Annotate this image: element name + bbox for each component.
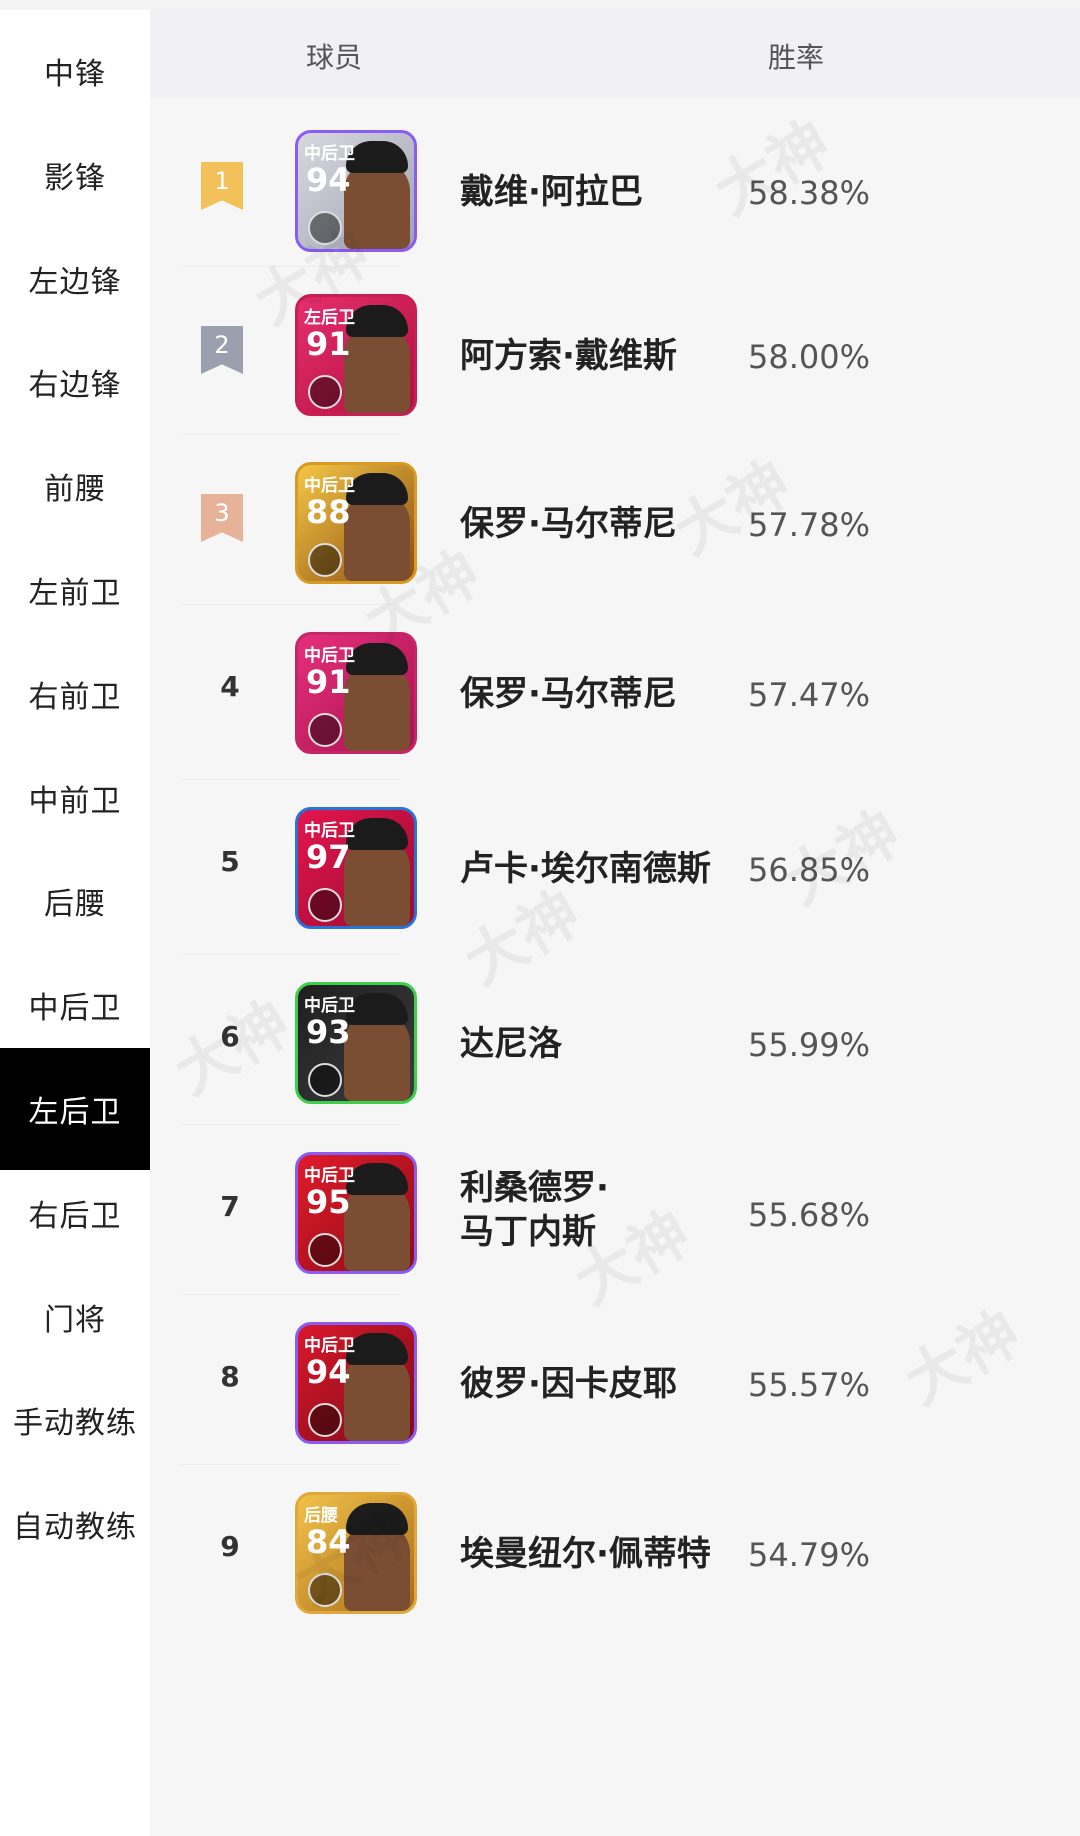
card-rating: 94 <box>306 1353 351 1391</box>
player-name: 戴维·阿拉巴 <box>460 172 643 212</box>
card-rating: 94 <box>306 161 351 199</box>
player-name: 保罗·马尔蒂尼 <box>460 674 677 714</box>
club-badge-icon <box>308 1403 342 1437</box>
rank-ribbon-2: 2 <box>201 326 243 374</box>
position-sidebar: 中锋 影锋 左边锋 右边锋 前腰 左前卫 右前卫 中前卫 后腰 中后卫 左后卫 右后卫 门将 手动教练 自动… <box>0 10 150 1836</box>
player-hair <box>346 473 408 505</box>
player-portrait <box>344 1353 410 1441</box>
rank-ribbon-3: 3 <box>201 494 243 542</box>
win-rate-value: 54.79% <box>748 1536 871 1574</box>
player-hair <box>346 305 408 337</box>
row-divider <box>180 954 400 955</box>
rank-number: 7 <box>220 1190 240 1223</box>
player-name: 保罗·马尔蒂尼 <box>460 504 677 544</box>
player-hair <box>346 1163 408 1195</box>
rank-ribbon-1: 1 <box>201 162 243 210</box>
rank-number: 8 <box>220 1360 240 1393</box>
player-portrait <box>344 838 410 926</box>
row-divider <box>180 434 400 435</box>
club-badge-icon <box>308 1063 342 1097</box>
card-rating: 91 <box>306 325 351 363</box>
row-divider <box>180 1294 400 1295</box>
table-row[interactable]: 3 中后卫 88 保罗·马尔蒂尼 57.78% <box>150 440 1080 638</box>
win-rate-value: 57.47% <box>748 676 871 714</box>
table-header: 球员 胜率 <box>150 10 1080 98</box>
player-name: 达尼洛 <box>460 1024 562 1064</box>
win-rate-column-header: 胜率 <box>768 41 825 74</box>
row-divider <box>180 1464 400 1465</box>
player-portrait <box>344 663 410 751</box>
win-rate-value: 55.68% <box>748 1196 871 1234</box>
player-portrait <box>344 1013 410 1101</box>
rank-number: 9 <box>220 1530 240 1563</box>
player-portrait <box>344 325 410 413</box>
player-hair <box>346 141 408 173</box>
player-card[interactable]: 中后卫 93 <box>295 982 417 1104</box>
club-badge-icon <box>308 888 342 922</box>
win-rate-value: 58.00% <box>748 338 871 376</box>
club-badge-icon <box>308 713 342 747</box>
club-badge-icon <box>308 375 342 409</box>
player-name: 彼罗·因卡皮耶 <box>460 1364 677 1404</box>
rank-number: 5 <box>220 845 240 878</box>
ranking-panel: 球员 胜率 1 中后卫 94 戴维·阿拉巴 58.38% 2 左后卫 91 阿方索·戴维斯 58.… <box>150 10 1080 1836</box>
rank-number: 4 <box>220 670 240 703</box>
player-portrait <box>344 1183 410 1271</box>
card-rating: 91 <box>306 663 351 701</box>
sidebar-item-14[interactable]: 自动教练 <box>0 1463 150 1585</box>
player-card[interactable]: 中后卫 95 <box>295 1152 417 1274</box>
card-rating: 97 <box>306 838 351 876</box>
player-column-header: 球员 <box>306 41 363 74</box>
card-rating: 95 <box>306 1183 351 1221</box>
player-name: 阿方索·戴维斯 <box>460 336 677 376</box>
win-rate-value: 55.57% <box>748 1366 871 1404</box>
player-hair <box>346 993 408 1025</box>
player-card[interactable]: 中后卫 94 <box>295 1322 417 1444</box>
player-hair <box>346 818 408 850</box>
win-rate-value: 55.99% <box>748 1026 871 1064</box>
player-name: 埃曼纽尔·佩蒂特 <box>460 1534 711 1574</box>
card-rating: 88 <box>306 493 351 531</box>
player-name: 卢卡·埃尔南德斯 <box>460 849 711 889</box>
card-rating: 93 <box>306 1013 351 1051</box>
row-divider <box>180 1124 400 1125</box>
club-badge-icon <box>308 543 342 577</box>
top-bar <box>0 0 1080 10</box>
club-badge-icon <box>308 1233 342 1267</box>
row-divider <box>180 779 400 780</box>
player-card[interactable]: 中后卫 97 <box>295 807 417 929</box>
player-hair <box>346 1333 408 1365</box>
